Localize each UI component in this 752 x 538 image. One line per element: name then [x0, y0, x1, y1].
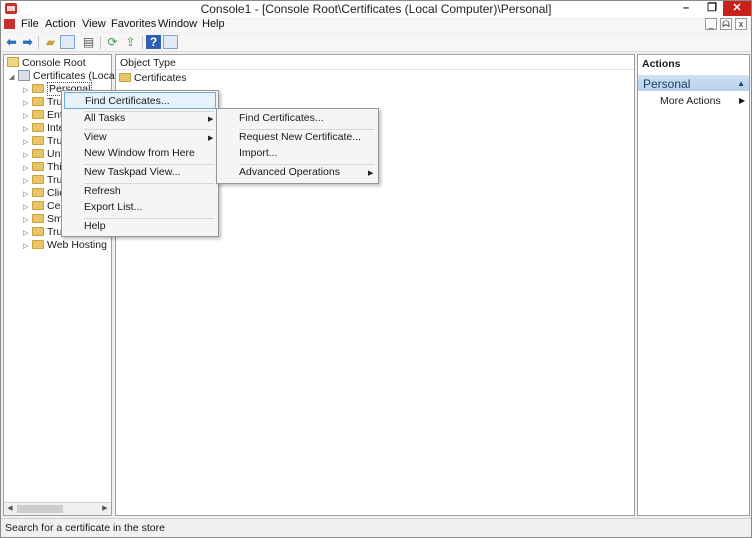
context-menu: Find Certificates... All Tasks ▶ View ▶ … — [61, 90, 219, 237]
submenu-arrow-icon: ▶ — [208, 135, 214, 142]
tree-item[interactable]: ▷ Inte — [23, 122, 65, 135]
menu-item-view[interactable]: View — [64, 129, 216, 146]
maximize-button[interactable]: ❐ — [698, 1, 726, 16]
folder-icon — [32, 214, 44, 223]
submenu-arrow-icon: ▶ — [368, 170, 374, 177]
toolbar-separator — [100, 36, 101, 49]
menu-item-find-certificates[interactable]: Find Certificates... — [64, 92, 216, 109]
menu-item-all-tasks[interactable]: All Tasks — [64, 110, 216, 127]
folder-icon — [32, 162, 44, 171]
scroll-left-arrow-icon[interactable]: ◀ — [4, 503, 16, 515]
back-arrow-icon[interactable]: ⬅ — [4, 35, 19, 49]
tree-horizontal-scrollbar[interactable]: ◀ ▶ — [4, 502, 111, 515]
submenu-item-request-new-certificate[interactable]: Request New Certificate... — [219, 129, 376, 146]
submenu-arrow-icon[interactable]: ▶ — [739, 96, 745, 105]
menu-window[interactable]: Window — [158, 18, 197, 30]
window-title: Console1 - [Console Root\Certificates (L… — [200, 2, 552, 16]
menu-favorites[interactable]: Favorites — [111, 18, 156, 30]
tree-item-web-hosting[interactable]: ▷ Web Hosting — [23, 239, 107, 252]
folder-icon — [32, 136, 44, 145]
help-icon[interactable]: ? — [146, 35, 161, 49]
tree-item[interactable]: ▷ Ent — [23, 109, 63, 122]
console-root-icon — [7, 57, 19, 67]
tree-item[interactable]: ▷ Tru — [23, 226, 62, 239]
tree-item[interactable]: ▷ Thi — [23, 161, 62, 174]
menu-bar: File Action View Favorites Window Help _… — [1, 17, 751, 32]
submenu-item-advanced-operations[interactable]: Advanced Operations — [219, 164, 376, 181]
menu-item-export-list[interactable]: Export List... — [64, 199, 216, 216]
menu-file[interactable]: File — [21, 18, 39, 30]
folder-icon — [32, 240, 44, 249]
folder-icon — [32, 123, 44, 132]
close-button[interactable]: ✕ — [723, 1, 751, 16]
collapse-caret-icon[interactable]: ▲ — [737, 79, 745, 88]
menu-action[interactable]: Action — [45, 18, 76, 30]
actions-title: Actions — [642, 58, 681, 70]
folder-icon — [32, 175, 44, 184]
menu-item-help[interactable]: Help — [64, 218, 216, 235]
folder-icon — [32, 149, 44, 158]
tree-item[interactable]: ▷ Clie — [23, 187, 65, 200]
folder-icon — [32, 97, 44, 106]
folder-icon — [32, 201, 44, 210]
actions-pane: Actions Personal ▲ More Actions ▶ — [637, 54, 750, 516]
tree-item[interactable]: ▷ Tru — [23, 96, 62, 109]
tree-item[interactable]: ▷ Unt — [23, 148, 63, 161]
properties-icon[interactable]: ▤ — [81, 35, 96, 49]
folder-icon — [32, 84, 44, 93]
folder-icon — [32, 110, 44, 119]
tree-item[interactable]: ▷ Sm — [23, 213, 63, 226]
all-tasks-submenu: Find Certificates... Request New Certifi… — [216, 108, 379, 184]
toolbar: ⬅ ➡ ▰ ▤ ⟳ ⇪ ? — [1, 33, 751, 52]
refresh-icon[interactable]: ⟳ — [105, 35, 120, 49]
tree-item-console-root[interactable]: Console Root — [7, 57, 86, 70]
forward-arrow-icon[interactable]: ➡ — [20, 35, 35, 49]
title-bar[interactable]: Console1 - [Console Root\Certificates (L… — [1, 1, 751, 17]
show-action-pane-icon[interactable] — [163, 35, 178, 49]
status-bar: Search for a certificate in the store — [1, 518, 751, 537]
minimize-button[interactable]: – — [672, 1, 700, 16]
menu-item-new-window[interactable]: New Window from Here — [64, 145, 216, 162]
mdi-minimize-button[interactable]: _ — [705, 18, 717, 30]
actions-section-personal[interactable]: Personal ▲ — [638, 75, 749, 91]
mdi-restore-button[interactable]: ᗣ — [720, 18, 732, 30]
console-menu-icon[interactable] — [4, 19, 15, 29]
show-hide-tree-icon[interactable] — [60, 35, 75, 49]
tree-item[interactable]: ▷ Tru — [23, 174, 62, 187]
certificates-icon — [18, 70, 30, 81]
toolbar-separator — [142, 36, 143, 49]
column-header-object-type[interactable]: Object Type — [116, 55, 634, 70]
folder-icon — [32, 227, 44, 236]
list-item-certificates[interactable]: Certificates — [119, 71, 187, 85]
scroll-thumb[interactable] — [17, 505, 63, 513]
tree-item[interactable]: ▷ Cer — [23, 200, 64, 213]
tree-item[interactable]: ▷ Tru — [23, 135, 62, 148]
more-actions-link[interactable]: More Actions — [660, 95, 721, 107]
up-folder-icon[interactable]: ▰ — [43, 35, 58, 49]
submenu-item-import[interactable]: Import... — [219, 145, 376, 162]
folder-icon — [32, 188, 44, 197]
mdi-close-button[interactable]: x — [735, 18, 747, 30]
folder-icon — [119, 73, 131, 82]
menu-view[interactable]: View — [82, 18, 106, 30]
menu-help[interactable]: Help — [202, 18, 225, 30]
submenu-item-find-certificates[interactable]: Find Certificates... — [219, 110, 376, 127]
scroll-right-arrow-icon[interactable]: ▶ — [99, 503, 111, 515]
submenu-arrow-icon: ▶ — [208, 116, 214, 123]
collapse-arrow-icon[interactable]: ◢ — [9, 71, 18, 84]
export-list-icon[interactable]: ⇪ — [123, 35, 138, 49]
mmc-window: Console1 - [Console Root\Certificates (L… — [0, 0, 752, 538]
menu-item-refresh[interactable]: Refresh — [64, 183, 216, 200]
menu-item-new-taskpad-view[interactable]: New Taskpad View... — [64, 164, 216, 181]
expand-arrow-icon[interactable]: ▷ — [23, 240, 32, 253]
toolbar-separator — [38, 36, 39, 49]
